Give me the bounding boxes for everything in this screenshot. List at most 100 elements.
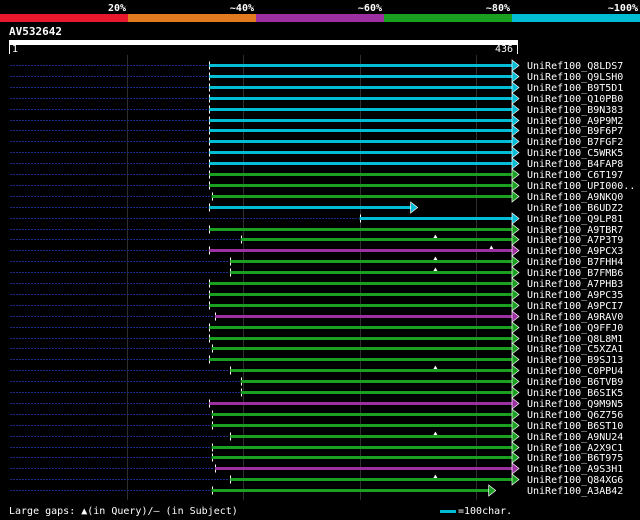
scale-legend: =100char. (440, 503, 512, 520)
hit-label[interactable]: UniRef100_C0PPU4 (527, 366, 623, 377)
scale-segment (384, 14, 512, 22)
hit-bar (209, 293, 513, 296)
alignment-chart: 20% ~40% ~60% ~80% ~100% AV532642 1 436 UniR… (0, 3, 640, 500)
query-bar-cap-end (517, 40, 518, 54)
query-start: 1 (12, 44, 18, 55)
hit-label[interactable]: UniRef100_A7P3T9 (527, 235, 623, 246)
query-bar-cap (9, 40, 10, 54)
hit-arrow (410, 201, 419, 214)
hit-label[interactable]: UniRef100_C5XZA1 (527, 344, 623, 355)
hit-label[interactable]: UniRef100_B6T975 (527, 453, 623, 464)
hit-label[interactable]: UniRef100_Q9LSH0 (527, 72, 623, 83)
hit-bar (230, 478, 513, 481)
hit-bar (211, 195, 514, 198)
hit-bar (209, 151, 513, 154)
hit-arrow (511, 441, 520, 454)
hit-arrow (511, 473, 520, 486)
hit-arrow (511, 419, 520, 432)
hit-bar (209, 337, 513, 340)
gap-marker (433, 365, 438, 369)
hit-label[interactable]: UniRef100_C5WRK5 (527, 148, 623, 159)
hit-bar (209, 86, 513, 89)
hit-arrow (511, 288, 520, 301)
hit-label[interactable]: UniRef100_Q9M9N5 (527, 399, 623, 410)
hit-label[interactable]: UniRef100_A9PC35 (527, 290, 623, 301)
hit-arrow (511, 70, 520, 83)
hit-label[interactable]: UniRef100_B6TVB9 (527, 377, 623, 388)
hit-arrow (511, 59, 520, 72)
hit-label[interactable]: UniRef100_B7FMB6 (527, 268, 623, 279)
hit-bar (240, 380, 514, 383)
hits: UniRef100_Q8LDS7UniRef100_Q9LSH0UniRef10… (10, 59, 635, 497)
hit-bar (230, 260, 513, 263)
hit-label[interactable]: UniRef100_B4FAP8 (527, 159, 623, 170)
hit-bar (209, 206, 412, 209)
hit-arrow (511, 332, 520, 345)
scale-label: 20% (108, 3, 126, 14)
hit-label[interactable]: UniRef100_Q8LDS7 (527, 61, 623, 72)
hit-label[interactable]: UniRef100_B6ST10 (527, 421, 623, 432)
hit-bar (209, 140, 513, 143)
gap-marker (489, 245, 494, 249)
hit-bar (209, 129, 513, 132)
hit-arrow (511, 451, 520, 464)
hit-label[interactable]: UniRef100_A9PCX3 (527, 246, 623, 257)
gap-marker (433, 234, 438, 238)
hit-label[interactable]: UniRef100_A9PCI7 (527, 301, 623, 312)
hit-arrow (511, 233, 520, 246)
hit-bar (211, 489, 490, 492)
hit-arrow (488, 484, 497, 497)
hit-label[interactable]: UniRef100_A9NU24 (527, 432, 623, 443)
hit-label[interactable]: UniRef100_A9RAV0 (527, 312, 623, 323)
hit-label[interactable]: UniRef100_B6SIK5 (527, 388, 623, 399)
hit-label[interactable]: UniRef100_Q9LP81 (527, 214, 623, 225)
hit-label[interactable]: UniRef100_A9NKQ0 (527, 192, 623, 203)
hit-label[interactable]: UniRef100_C6T197 (527, 170, 623, 181)
hit-label[interactable]: UniRef100_A7PHB3 (527, 279, 623, 290)
hit-arrow (511, 212, 520, 225)
hit-label[interactable]: UniRef100_B6UDZ2 (527, 203, 623, 214)
hit-bar (209, 64, 513, 67)
scale-label: ~100% (608, 3, 638, 14)
scale-label: ~80% (486, 3, 510, 14)
hit-arrow (511, 386, 520, 399)
hit-arrow (511, 255, 520, 268)
hit-bar (209, 162, 513, 165)
hit-arrow (511, 168, 520, 181)
hit-bar (209, 282, 513, 285)
gap-marker (433, 267, 438, 271)
hit-bar (211, 413, 514, 416)
hit-bar (209, 249, 513, 252)
hit-label[interactable]: UniRef100_Q6Z756 (527, 410, 623, 421)
hit-bar (211, 446, 514, 449)
hit-label[interactable]: UniRef100_Q84XG6 (527, 475, 623, 486)
hit-label[interactable]: UniRef100_A3AB42 (527, 486, 623, 497)
hit-arrow (511, 430, 520, 443)
scale-segment (128, 14, 256, 22)
hit-label[interactable]: UniRef100_A9S3H1 (527, 464, 623, 475)
hit-bar (209, 97, 513, 100)
hit-label[interactable]: UniRef100_B9F6P7 (527, 126, 623, 137)
hit-bar (209, 358, 513, 361)
hit-label[interactable]: UniRef100_UPI000.. (527, 181, 635, 192)
hit-bar (209, 402, 513, 405)
hit-label[interactable]: UniRef100_Q9FFJ0 (527, 323, 623, 334)
footer: Large gaps: ▲(in Query)/– (in Subject) =… (0, 503, 640, 520)
hit-label[interactable]: UniRef100_B7FGF2 (527, 137, 623, 148)
hit-label[interactable]: UniRef100_B9T5D1 (527, 83, 623, 94)
hit-label[interactable]: UniRef100_Q10PB0 (527, 94, 623, 105)
hit-bar (209, 108, 513, 111)
hit-bar (240, 391, 514, 394)
hit-bar (209, 184, 513, 187)
hit-label[interactable]: UniRef100_B9SJ13 (527, 355, 623, 366)
query-id: AV532642 (9, 25, 62, 38)
hit-label[interactable]: UniRef100_B7FHH4 (527, 257, 623, 268)
hit-bar (209, 75, 513, 78)
hit-arrow (511, 124, 520, 137)
hit-label[interactable]: UniRef100_B9N383 (527, 105, 623, 116)
hit-bar (215, 315, 513, 318)
hit-bar (211, 456, 514, 459)
hit-arrow (511, 310, 520, 323)
hit-arrow (511, 223, 520, 236)
scale-swatch (440, 509, 456, 513)
